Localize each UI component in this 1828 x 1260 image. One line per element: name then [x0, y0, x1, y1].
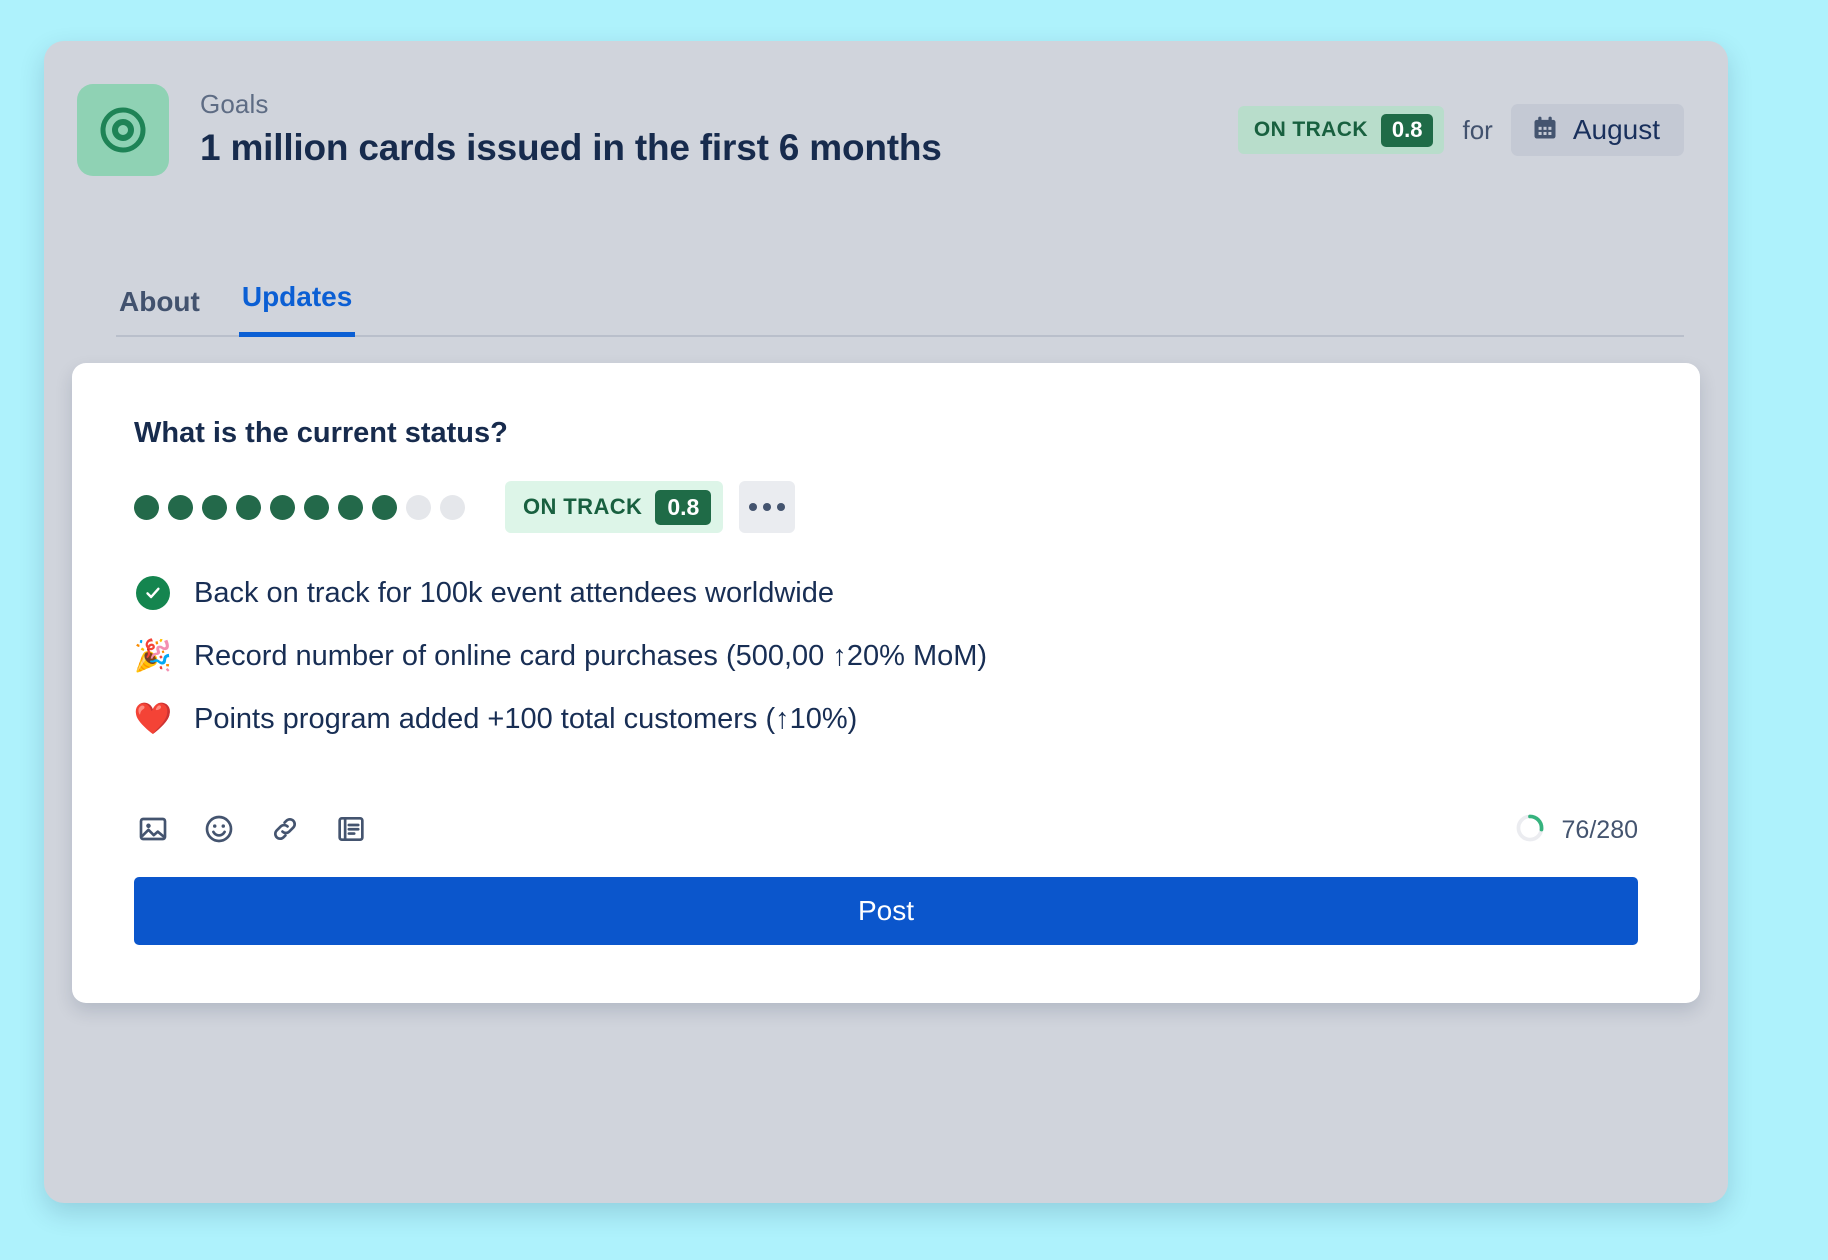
insert-emoji-button[interactable]	[200, 811, 238, 849]
update-composer-card: What is the current status? ON TRACK 0.8	[72, 363, 1700, 1003]
list-item: ❤️ Points program added +100 total custo…	[134, 687, 1638, 750]
list-item-text: Back on track for 100k event attendees w…	[194, 576, 834, 609]
character-counter: 76/280	[1514, 812, 1638, 849]
for-label: for	[1462, 114, 1493, 145]
status-badge-composer[interactable]: ON TRACK 0.8	[505, 481, 724, 533]
image-icon	[137, 813, 169, 848]
target-icon	[95, 102, 151, 158]
status-badge-label: ON TRACK	[1253, 118, 1368, 141]
month-label: August	[1572, 114, 1660, 145]
more-options-icon	[763, 503, 772, 511]
page-title: 1 million cards issued in the first 6 mo…	[200, 127, 942, 168]
tab-updates[interactable]: Updates	[238, 280, 356, 337]
post-button[interactable]: Post	[134, 877, 1638, 945]
composer-tool-icons	[134, 811, 370, 849]
progress-dot[interactable]	[236, 494, 261, 520]
insert-document-button[interactable]	[332, 811, 370, 849]
more-options-button[interactable]	[739, 481, 796, 533]
breadcrumb: Goals	[200, 89, 269, 119]
list-item: 🎉 Record number of online card purchases…	[134, 624, 1638, 687]
progress-dot[interactable]	[304, 494, 329, 520]
progress-dot[interactable]	[202, 494, 227, 520]
composer-status-row: ON TRACK 0.8	[134, 479, 1638, 535]
status-badge-score: 0.8	[1380, 113, 1434, 147]
link-icon	[269, 813, 301, 848]
progress-dots[interactable]	[134, 494, 465, 520]
emoji-icon	[203, 813, 235, 848]
goal-panel: Goals 1 million cards issued in the firs…	[44, 41, 1728, 1203]
more-options-icon	[777, 503, 786, 511]
progress-dot[interactable]	[372, 494, 397, 520]
progress-dot[interactable]	[440, 494, 465, 520]
insert-image-button[interactable]	[134, 811, 172, 849]
progress-dot[interactable]	[134, 494, 159, 520]
document-icon	[335, 813, 367, 848]
more-options-icon	[749, 503, 758, 511]
status-badge-header[interactable]: ON TRACK 0.8	[1237, 106, 1445, 154]
list-item-text: Record number of online card purchases (…	[194, 639, 988, 672]
composer-question: What is the current status?	[134, 417, 508, 449]
status-badge-label: ON TRACK	[523, 494, 643, 519]
month-selector[interactable]: August	[1510, 104, 1684, 156]
panel-header: Goals 1 million cards issued in the firs…	[44, 41, 1728, 219]
progress-dot[interactable]	[338, 494, 363, 520]
list-item: Back on track for 100k event attendees w…	[134, 561, 1638, 624]
insert-link-button[interactable]	[266, 811, 304, 849]
check-circle-icon	[134, 575, 172, 610]
progress-dot[interactable]	[168, 494, 193, 520]
tab-bar: About Updates	[44, 219, 1728, 337]
progress-ring-icon	[1514, 812, 1546, 849]
status-badge-score: 0.8	[655, 489, 712, 525]
header-text-block: Goals 1 million cards issued in the firs…	[200, 88, 1238, 172]
progress-dot[interactable]	[270, 494, 295, 520]
goal-avatar	[77, 84, 169, 176]
party-popper-emoji-icon: 🎉	[133, 638, 173, 673]
composer-toolbar: 76/280	[134, 807, 1638, 853]
tab-about[interactable]: About	[116, 285, 203, 337]
update-bullet-list: Back on track for 100k event attendees w…	[134, 561, 1638, 750]
header-right-block: ON TRACK 0.8 for August	[1237, 104, 1684, 156]
red-heart-emoji-icon: ❤️	[133, 701, 173, 736]
calendar-icon	[1531, 114, 1559, 147]
progress-dot[interactable]	[406, 494, 431, 520]
list-item-text: Points program added +100 total customer…	[194, 702, 858, 735]
character-counter-text: 76/280	[1561, 816, 1638, 844]
